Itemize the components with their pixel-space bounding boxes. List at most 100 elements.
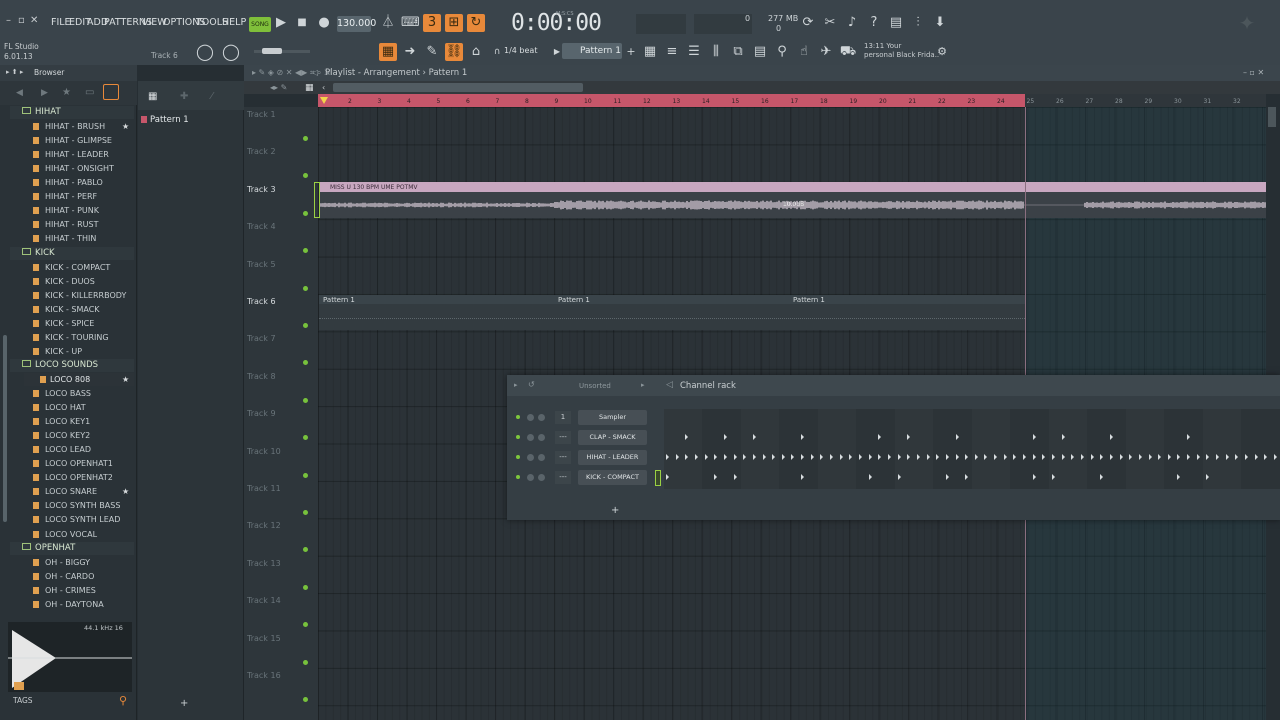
step-note[interactable]	[888, 454, 891, 460]
channel-volume-knob-icon[interactable]	[527, 454, 534, 461]
record-icon[interactable]: ●	[315, 14, 333, 32]
restore-icon[interactable]: ▫	[18, 15, 25, 26]
step-sequencer-icon[interactable]: ➜	[401, 43, 419, 61]
channel-volume-knob-icon[interactable]	[527, 434, 534, 441]
channel-mute-led[interactable]	[516, 415, 520, 419]
step-note[interactable]	[1177, 474, 1180, 480]
browser-item[interactable]: HIHAT - PERF	[45, 192, 97, 201]
browser-item[interactable]: HIHAT - PABLO	[45, 178, 103, 187]
track-label[interactable]: Track 5	[247, 260, 276, 269]
step-note[interactable]	[869, 454, 872, 460]
channel-volume-knob-icon[interactable]	[527, 474, 534, 481]
browser-item[interactable]: LOCO KEY2	[45, 431, 90, 440]
add-pattern-icon[interactable]: +	[622, 43, 640, 61]
step-note[interactable]	[1100, 454, 1103, 460]
step-note[interactable]	[782, 454, 785, 460]
step-note[interactable]	[1274, 454, 1277, 460]
browser-filter-button[interactable]	[103, 84, 119, 100]
browser-item[interactable]: KICK - DUOS	[45, 277, 95, 286]
channel-button-hihat-leader[interactable]: HIHAT - LEADER	[578, 450, 647, 465]
browser-item[interactable]: KICK - KILLERRBODY	[45, 291, 126, 300]
step-note[interactable]	[1168, 454, 1171, 460]
browser-back-icon[interactable]: ◀	[16, 88, 23, 98]
step-note[interactable]	[714, 474, 717, 480]
step-note[interactable]	[869, 474, 872, 480]
link-icon[interactable]: ⛓	[445, 43, 463, 61]
browser-item[interactable]: KICK - SPICE	[45, 319, 94, 328]
channel-rack-header[interactable]	[507, 375, 1280, 396]
browser-item[interactable]: OH - DAYTONA	[45, 600, 104, 609]
undo-history-icon[interactable]: ⟳	[799, 14, 817, 32]
browser-menu-icon[interactable]: ▸ ⬆ ▸	[6, 68, 23, 76]
channel-mixer-track[interactable]: 1	[555, 411, 571, 424]
browser-item[interactable]: LOCO KEY1	[45, 417, 90, 426]
browser-item[interactable]: HIHAT - GLIMPSE	[45, 136, 112, 145]
filter-arrow-icon[interactable]: ▸	[641, 381, 645, 389]
mic-icon[interactable]: ♪	[843, 14, 861, 32]
channel-filter[interactable]: Unsorted	[579, 382, 611, 390]
browser-folder-hihat[interactable]: HIHAT	[22, 107, 61, 117]
step-note[interactable]	[1264, 454, 1267, 460]
step-note[interactable]	[1187, 454, 1190, 460]
project-icon[interactable]: ▤	[751, 43, 769, 61]
tempo-tap-icon[interactable]: ✈	[817, 43, 835, 61]
play-icon[interactable]: ▶	[272, 14, 290, 32]
step-note[interactable]	[811, 454, 814, 460]
browser-folder-loco-sounds[interactable]: LOCO SOUNDS	[22, 360, 98, 370]
channel-mixer-track[interactable]: ---	[555, 451, 571, 464]
step-note[interactable]	[956, 454, 959, 460]
browser-item[interactable]: LOCO BASS	[45, 389, 91, 398]
track-mute-led[interactable]	[303, 473, 308, 478]
favorite-star-icon[interactable]: ★	[122, 375, 129, 384]
picker-pattern-icon[interactable]: ▦	[148, 91, 157, 102]
browser-item[interactable]: KICK - COMPACT	[45, 263, 110, 272]
step-note[interactable]	[714, 454, 717, 460]
step-note[interactable]	[1033, 454, 1036, 460]
favorite-star-icon[interactable]: ★	[122, 487, 129, 496]
browser-folder-icon[interactable]: ▭	[85, 87, 94, 98]
track-mute-led[interactable]	[303, 660, 308, 665]
browser-item[interactable]: HIHAT - THIN	[45, 234, 96, 243]
song-mode-button[interactable]: SONG	[249, 17, 271, 32]
playlist-pattern-icon[interactable]: ▦	[305, 83, 314, 93]
browser-item[interactable]: KICK - SMACK	[45, 305, 100, 314]
browser-item[interactable]: LOCO OPENHAT2	[45, 473, 113, 482]
track-label[interactable]: Track 7	[247, 334, 276, 343]
step-note[interactable]	[1177, 454, 1180, 460]
channel-mixer-track[interactable]: ---	[555, 471, 571, 484]
search-icon[interactable]: ⚲	[119, 694, 127, 707]
menu-help[interactable]: HELP	[222, 17, 246, 28]
step-note[interactable]	[734, 474, 737, 480]
browser-item[interactable]: LOCO SYNTH LEAD	[45, 515, 120, 524]
step-note[interactable]	[1187, 434, 1190, 440]
channel-button-kick-compact[interactable]: KICK - COMPACT	[578, 470, 647, 485]
step-note[interactable]	[724, 454, 727, 460]
channel-volume-knob-icon[interactable]	[527, 414, 534, 421]
channel-mute-led[interactable]	[516, 455, 520, 459]
rack-swing-icon[interactable]: ↺	[528, 380, 535, 389]
step-note[interactable]	[1255, 454, 1258, 460]
track-label[interactable]: Track 9	[247, 409, 276, 418]
step-note[interactable]	[1100, 474, 1103, 480]
snap-selector[interactable]: 1/4 beat	[504, 46, 537, 55]
step-note[interactable]	[734, 454, 737, 460]
step-note[interactable]	[965, 454, 968, 460]
track-mute-led[interactable]	[303, 323, 308, 328]
browser-scrollbar[interactable]	[3, 335, 7, 522]
track-label[interactable]: Track 15	[247, 634, 281, 643]
track-mute-led[interactable]	[303, 136, 308, 141]
track-label[interactable]: Track 2	[247, 147, 276, 156]
browser-item[interactable]: HIHAT - PUNK	[45, 206, 99, 215]
track-label[interactable]: Track 10	[247, 447, 281, 456]
channel-pan-knob-icon[interactable]	[538, 454, 545, 461]
browser-folder-openhat[interactable]: OPENHAT	[22, 543, 75, 553]
channel-pan-knob-icon[interactable]	[538, 434, 545, 441]
step-note[interactable]	[956, 434, 959, 440]
picker-pattern-1[interactable]: Pattern 1	[150, 115, 189, 125]
step-note[interactable]	[878, 454, 881, 460]
step-note[interactable]	[801, 434, 804, 440]
step-note[interactable]	[791, 454, 794, 460]
piano-roll-icon[interactable]: ≡	[663, 43, 681, 61]
channel-mute-led[interactable]	[516, 475, 520, 479]
playlist-menu-icon[interactable]: ▸ ✎ ◈ ⊘ ✕ ◀▶ ⌗ ⌕ ⇲	[252, 68, 331, 78]
